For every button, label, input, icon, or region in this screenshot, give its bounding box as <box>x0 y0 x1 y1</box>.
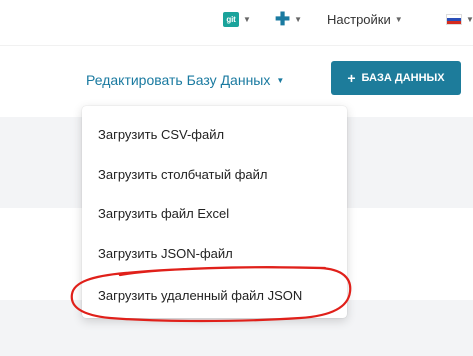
page: git ▼ ✚ ▼ Настройки ▼ ▼ Редактировать Ба… <box>0 0 473 356</box>
chevron-down-icon: ▼ <box>294 14 303 24</box>
menu-item-upload-remote-json[interactable]: Загрузить удаленный файл JSON <box>98 289 302 302</box>
plus-icon: + <box>347 70 356 86</box>
git-menu[interactable]: git ▼ <box>223 9 251 29</box>
edit-database-menu: Загрузить CSV-файл Загрузить столбчатый … <box>82 106 347 318</box>
plus-icon: ✚ <box>275 9 291 29</box>
menu-item-upload-excel[interactable]: Загрузить файл Excel <box>98 207 229 220</box>
add-database-button[interactable]: + БАЗА ДАННЫХ <box>331 61 461 95</box>
chevron-down-icon: ▼ <box>243 14 251 24</box>
edit-database-dropdown[interactable]: Редактировать Базу Данных ▼ <box>86 72 284 88</box>
ru-flag-icon <box>446 13 462 25</box>
add-database-label: БАЗА ДАННЫХ <box>361 72 445 84</box>
settings-menu[interactable]: Настройки ▼ <box>327 9 403 29</box>
language-menu[interactable]: ▼ <box>446 9 473 29</box>
chevron-down-icon: ▼ <box>466 14 473 24</box>
header-divider <box>0 45 473 46</box>
menu-item-upload-columnar[interactable]: Загрузить столбчатый файл <box>98 168 267 181</box>
settings-label: Настройки <box>327 11 391 27</box>
add-menu[interactable]: ✚ ▼ <box>275 9 302 29</box>
menu-item-upload-json[interactable]: Загрузить JSON-файл <box>98 247 233 260</box>
menu-item-upload-csv[interactable]: Загрузить CSV-файл <box>98 128 224 141</box>
chevron-down-icon: ▼ <box>276 75 285 85</box>
git-badge: git <box>223 11 239 27</box>
edit-database-label: Редактировать Базу Данных <box>86 72 271 88</box>
chevron-down-icon: ▼ <box>394 14 403 24</box>
